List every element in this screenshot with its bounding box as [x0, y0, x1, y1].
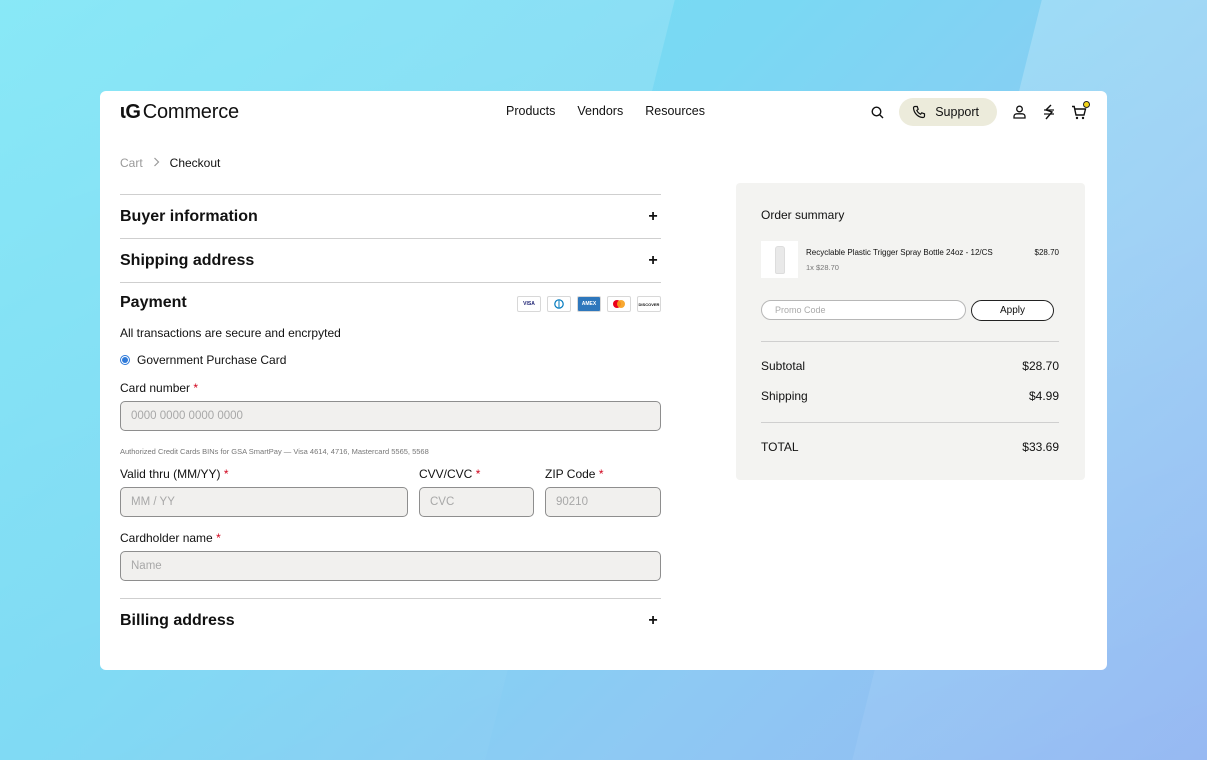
mastercard-icon	[607, 296, 631, 312]
buyer-information-section[interactable]: Buyer information +	[120, 194, 661, 238]
card-number-group: Card number * 0000 0000 0000 0000	[120, 381, 661, 431]
payment-method-option[interactable]: Government Purchase Card	[120, 353, 661, 367]
label-text: CVV/CVC	[419, 467, 473, 481]
user-icon[interactable]	[1011, 104, 1027, 120]
order-summary-panel: Order summary Recyclable Plastic Trigger…	[736, 183, 1085, 480]
plus-icon[interactable]: +	[645, 208, 661, 226]
shipping-address-section[interactable]: Shipping address +	[120, 238, 661, 282]
zip-label: ZIP Code *	[545, 467, 661, 481]
section-title: Billing address	[120, 611, 235, 629]
label-text: Valid thru (MM/YY)	[120, 467, 221, 481]
subtotal-value: $28.70	[1022, 359, 1059, 373]
valid-thru-label: Valid thru (MM/YY) *	[120, 467, 408, 481]
cart-icon[interactable]	[1071, 101, 1090, 120]
section-title: Shipping address	[120, 251, 255, 269]
logo-mark: ɩG	[120, 101, 141, 123]
nav-resources[interactable]: Resources	[645, 104, 705, 118]
required-mark: *	[223, 467, 229, 481]
product-info: Recyclable Plastic Trigger Spray Bottle …	[806, 248, 1035, 278]
nav-vendors[interactable]: Vendors	[577, 104, 623, 118]
discover-icon: DISCOVER	[637, 296, 661, 312]
plus-icon[interactable]: +	[645, 252, 661, 270]
card-details-row: Valid thru (MM/YY) * MM / YY CVV/CVC * C…	[120, 467, 661, 517]
breadcrumb-checkout: Checkout	[169, 156, 221, 170]
cvv-input[interactable]: CVC	[419, 487, 534, 517]
currency-icon[interactable]	[1041, 104, 1057, 120]
zip-group: ZIP Code * 90210	[545, 467, 661, 517]
section-title: Buyer information	[120, 207, 258, 225]
divider	[761, 422, 1059, 423]
phone-icon	[911, 104, 927, 120]
visa-icon: VISA	[517, 296, 541, 312]
support-button[interactable]: Support	[899, 98, 997, 126]
label-text: Cardholder name	[120, 531, 213, 545]
chevron-right-icon	[153, 156, 160, 170]
order-summary-title: Order summary	[761, 208, 845, 222]
divider	[761, 341, 1059, 342]
required-mark: *	[193, 381, 199, 395]
label-text: Card number	[120, 381, 191, 395]
valid-thru-group: Valid thru (MM/YY) * MM / YY	[120, 467, 408, 517]
promo-code-input[interactable]: Promo Code	[761, 300, 966, 320]
amex-icon: AMEX	[577, 296, 601, 312]
apply-button[interactable]: Apply	[971, 300, 1054, 321]
plus-icon[interactable]: +	[645, 612, 661, 630]
subtotal-row: Subtotal $28.70	[761, 359, 1059, 373]
breadcrumb-cart[interactable]: Cart	[120, 156, 143, 170]
required-mark: *	[216, 531, 221, 545]
support-label: Support	[935, 105, 979, 119]
diners-icon	[547, 296, 571, 312]
cardholder-input[interactable]: Name	[120, 551, 661, 581]
main-nav: Products Vendors Resources	[506, 104, 705, 118]
cardholder-label: Cardholder name *	[120, 531, 661, 545]
shipping-label: Shipping	[761, 389, 808, 403]
product-price: $28.70	[1034, 248, 1059, 257]
breadcrumb: Cart Checkout	[120, 156, 220, 170]
valid-thru-input[interactable]: MM / YY	[120, 487, 408, 517]
checkout-form: Buyer information + Shipping address + P…	[120, 194, 661, 642]
cardholder-group: Cardholder name * Name	[120, 531, 661, 581]
card-number-input[interactable]: 0000 0000 0000 0000	[120, 401, 661, 431]
label-text: ZIP Code	[545, 467, 596, 481]
billing-address-section[interactable]: Billing address +	[120, 598, 661, 642]
payment-header: Payment VISA AMEX DISCOVER	[120, 282, 661, 312]
section-title: Payment	[120, 294, 187, 311]
order-item: Recyclable Plastic Trigger Spray Bottle …	[761, 241, 1059, 278]
product-image	[761, 241, 798, 278]
card-number-label: Card number *	[120, 381, 661, 395]
shipping-value: $4.99	[1028, 389, 1059, 403]
search-icon[interactable]	[869, 104, 885, 120]
secure-notice: All transactions are secure and encrpyte…	[120, 326, 341, 340]
shipping-row: Shipping $4.99	[761, 389, 1059, 403]
product-name: Recyclable Plastic Trigger Spray Bottle …	[806, 248, 993, 257]
cart-badge	[1083, 101, 1090, 108]
radio-button[interactable]	[120, 355, 130, 365]
payment-method-label: Government Purchase Card	[137, 353, 287, 367]
total-value: $33.69	[1022, 440, 1059, 454]
nav-products[interactable]: Products	[506, 104, 555, 118]
cvv-group: CVV/CVC * CVC	[419, 467, 534, 517]
product-quantity: 1x $28.70	[806, 263, 839, 272]
header-tools: Support	[869, 98, 1090, 126]
logo-text: Commerce	[142, 101, 239, 123]
checkout-window: ɩG Commerce Products Vendors Resources S…	[100, 91, 1107, 670]
required-mark: *	[598, 467, 604, 481]
required-mark: *	[475, 467, 481, 481]
card-hint: Authorized Credit Cards BINs for GSA Sma…	[120, 447, 429, 456]
subtotal-label: Subtotal	[761, 359, 806, 373]
total-row: TOTAL $33.69	[761, 440, 1059, 454]
logo[interactable]: ɩG Commerce	[120, 101, 239, 124]
card-brands: VISA AMEX DISCOVER	[517, 296, 661, 312]
spray-bottle-icon	[774, 245, 785, 274]
zip-input[interactable]: 90210	[545, 487, 661, 517]
cvv-label: CVV/CVC *	[419, 467, 534, 481]
total-label: TOTAL	[761, 440, 799, 454]
